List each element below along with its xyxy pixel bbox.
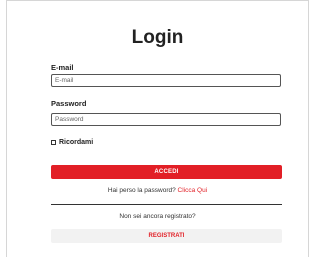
login-title: Login — [131, 27, 184, 48]
forgot-password-prompt: Hai perso la password? — [107, 187, 178, 194]
email-placeholder: E-mail — [55, 77, 74, 84]
password-field[interactable]: Password — [51, 113, 281, 126]
login-button[interactable]: ACCEDI — [51, 165, 282, 179]
email-field[interactable]: E-mail — [51, 74, 281, 87]
email-label: E-mail — [51, 63, 74, 72]
not-registered-text: Non sei ancora registrato? — [119, 213, 196, 220]
forgot-password-link[interactable]: Clicca Qui — [178, 187, 208, 194]
forgot-password-text: Hai perso la password? Clicca Qui — [7, 187, 308, 194]
remember-checkbox[interactable] — [51, 140, 56, 145]
remember-label: Ricordami — [59, 139, 94, 146]
password-label: Password — [51, 99, 87, 108]
remember-me[interactable]: Ricordami — [51, 139, 93, 146]
register-button[interactable]: REGISTRATI — [51, 229, 282, 243]
divider — [51, 204, 282, 205]
password-placeholder: Password — [55, 116, 84, 123]
login-card: Login E-mail E-mail Password Password Ri… — [6, 0, 309, 257]
